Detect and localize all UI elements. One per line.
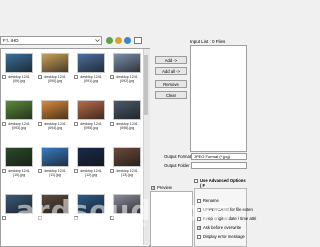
thumbnail-image[interactable]	[113, 53, 141, 73]
thumbnail-image[interactable]	[5, 53, 33, 73]
output-format-label: Output Format	[164, 154, 191, 159]
add-button[interactable]: Add ->	[155, 56, 187, 64]
preview-label: Preview	[157, 185, 172, 190]
thumbnail-caption: desktop 1241 (10).jpg	[8, 169, 30, 177]
thumbnail-caption: desktop 1241 (13).jpg	[116, 169, 138, 177]
output-format-select[interactable]: JPEG Format (*.jpg)	[191, 153, 247, 160]
watermark: ardsoud.com	[15, 194, 232, 227]
add-all-button[interactable]: Add all ->	[155, 67, 187, 75]
thumbnail-image[interactable]	[77, 53, 105, 73]
thumbnail-image[interactable]	[41, 100, 69, 120]
advanced-options-checkbox[interactable]	[194, 179, 198, 183]
clear-button[interactable]: Clear	[155, 91, 187, 99]
output-folder-label: Output Folder	[164, 163, 190, 168]
add-folder-icon[interactable]	[124, 37, 131, 44]
thumbnail-image[interactable]	[5, 100, 33, 120]
thumbnail-caption: desktop 1241 (092).jpg	[116, 75, 138, 83]
view-icon[interactable]	[134, 37, 142, 44]
output-folder-input[interactable]	[191, 162, 247, 169]
thumbnail-image[interactable]	[77, 147, 105, 167]
thumbnail-caption: desktop 1241 (12).jpg	[80, 169, 102, 177]
chevron-down-icon[interactable]	[95, 38, 100, 43]
thumbnail-image[interactable]	[113, 147, 141, 167]
output-format-value: JPEG Format (*.jpg)	[194, 154, 231, 159]
thumbnail-caption: desktop 1241 (095).jpg	[80, 122, 102, 130]
option-checkbox[interactable]	[197, 235, 201, 239]
option-label: Display error message	[203, 234, 245, 239]
thumbnail-caption: desktop 1241 (096).jpg	[116, 122, 138, 130]
refresh-icon[interactable]	[115, 37, 122, 44]
thumbnail-image[interactable]	[41, 53, 69, 73]
preview-checkbox[interactable]	[151, 185, 155, 190]
thumbnail-caption: desktop 1241 (090).jpg	[44, 75, 66, 83]
path-input[interactable]: F:\..\HD	[0, 36, 102, 45]
thumbnail-caption: desktop 1241 (093).jpg	[8, 122, 30, 130]
input-list-label: Input List : 0 Files	[190, 39, 226, 44]
input-list[interactable]	[190, 45, 247, 152]
folder-up-icon[interactable]	[106, 37, 113, 44]
thumbnail-image[interactable]	[113, 100, 141, 120]
thumbnail-caption: desktop 1241 (094).jpg	[44, 122, 66, 130]
path-value: F:\..\HD	[3, 38, 19, 43]
thumbnail-caption: desktop 1241 (11).jpg	[44, 169, 66, 177]
advanced-options-label: Use Advanced Options ( F	[200, 178, 246, 188]
thumbnail-image[interactable]	[41, 147, 69, 167]
thumbnail-caption: desktop 1241 (091).jpg	[80, 75, 102, 83]
remove-button[interactable]: Remove	[155, 80, 187, 88]
thumbnail-image[interactable]	[77, 100, 105, 120]
thumbnail-caption: desktop 1241 (09).jpg	[8, 75, 30, 83]
thumbnail-image[interactable]	[5, 147, 33, 167]
scrollbar-thumb[interactable]	[144, 55, 148, 115]
